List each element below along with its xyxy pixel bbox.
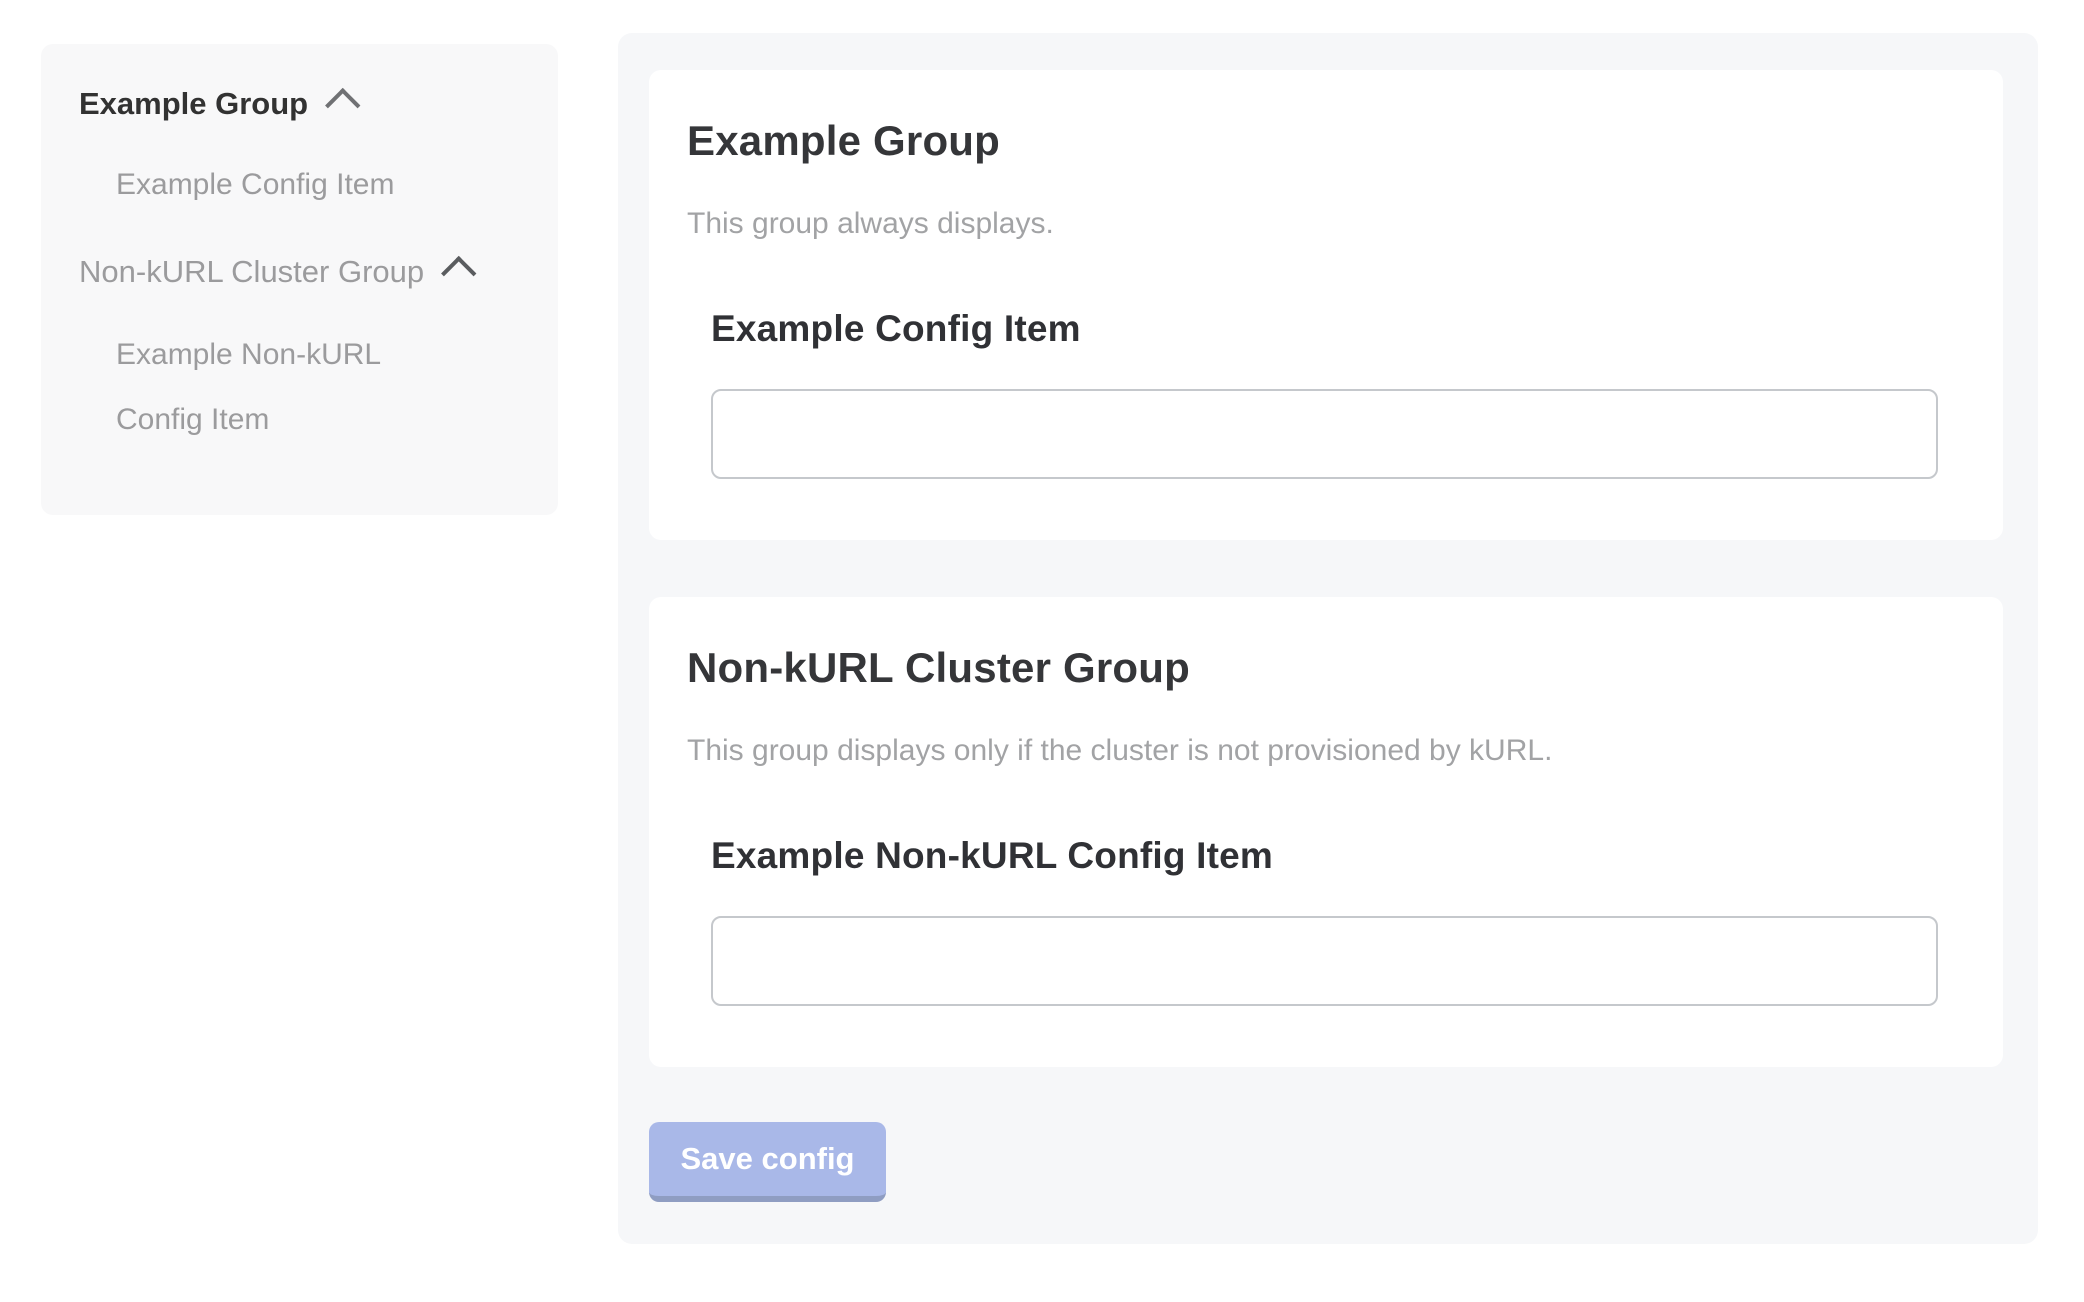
config-field: Example Config Item bbox=[711, 309, 1963, 479]
sidebar-group-non-kurl-cluster-group[interactable]: Non-kURL Cluster Group bbox=[79, 250, 530, 294]
config-item-label: Example Non-kURL Config Item bbox=[711, 836, 1963, 876]
sidebar-item-example-non-kurl-config-item[interactable]: Example Non-kURL Config Item bbox=[116, 322, 446, 452]
sidebar-group-example-group[interactable]: Example Group bbox=[79, 82, 530, 126]
config-main-panel: Example Group This group always displays… bbox=[618, 33, 2038, 1244]
chevron-up-icon bbox=[325, 88, 360, 123]
save-config-button[interactable]: Save config bbox=[649, 1122, 886, 1202]
config-group-card-example-group: Example Group This group always displays… bbox=[649, 70, 2003, 540]
config-item-input[interactable] bbox=[711, 916, 1938, 1006]
group-description: This group displays only if the cluster … bbox=[687, 734, 1963, 768]
sidebar-group-label: Example Group bbox=[79, 86, 308, 121]
config-item-input[interactable] bbox=[711, 389, 1938, 479]
group-title: Non-kURL Cluster Group bbox=[687, 645, 1963, 691]
group-description: This group always displays. bbox=[687, 207, 1963, 241]
chevron-up-icon bbox=[441, 256, 476, 291]
config-group-card-non-kurl-cluster-group: Non-kURL Cluster Group This group displa… bbox=[649, 597, 2003, 1067]
group-title: Example Group bbox=[687, 118, 1963, 164]
sidebar-group-label: Non-kURL Cluster Group bbox=[79, 254, 424, 289]
config-field: Example Non-kURL Config Item bbox=[711, 836, 1963, 1006]
config-nav-sidebar: Example Group Example Config Item Non-kU… bbox=[41, 44, 558, 515]
sidebar-item-example-config-item[interactable]: Example Config Item bbox=[116, 163, 530, 207]
config-item-label: Example Config Item bbox=[711, 309, 1963, 349]
